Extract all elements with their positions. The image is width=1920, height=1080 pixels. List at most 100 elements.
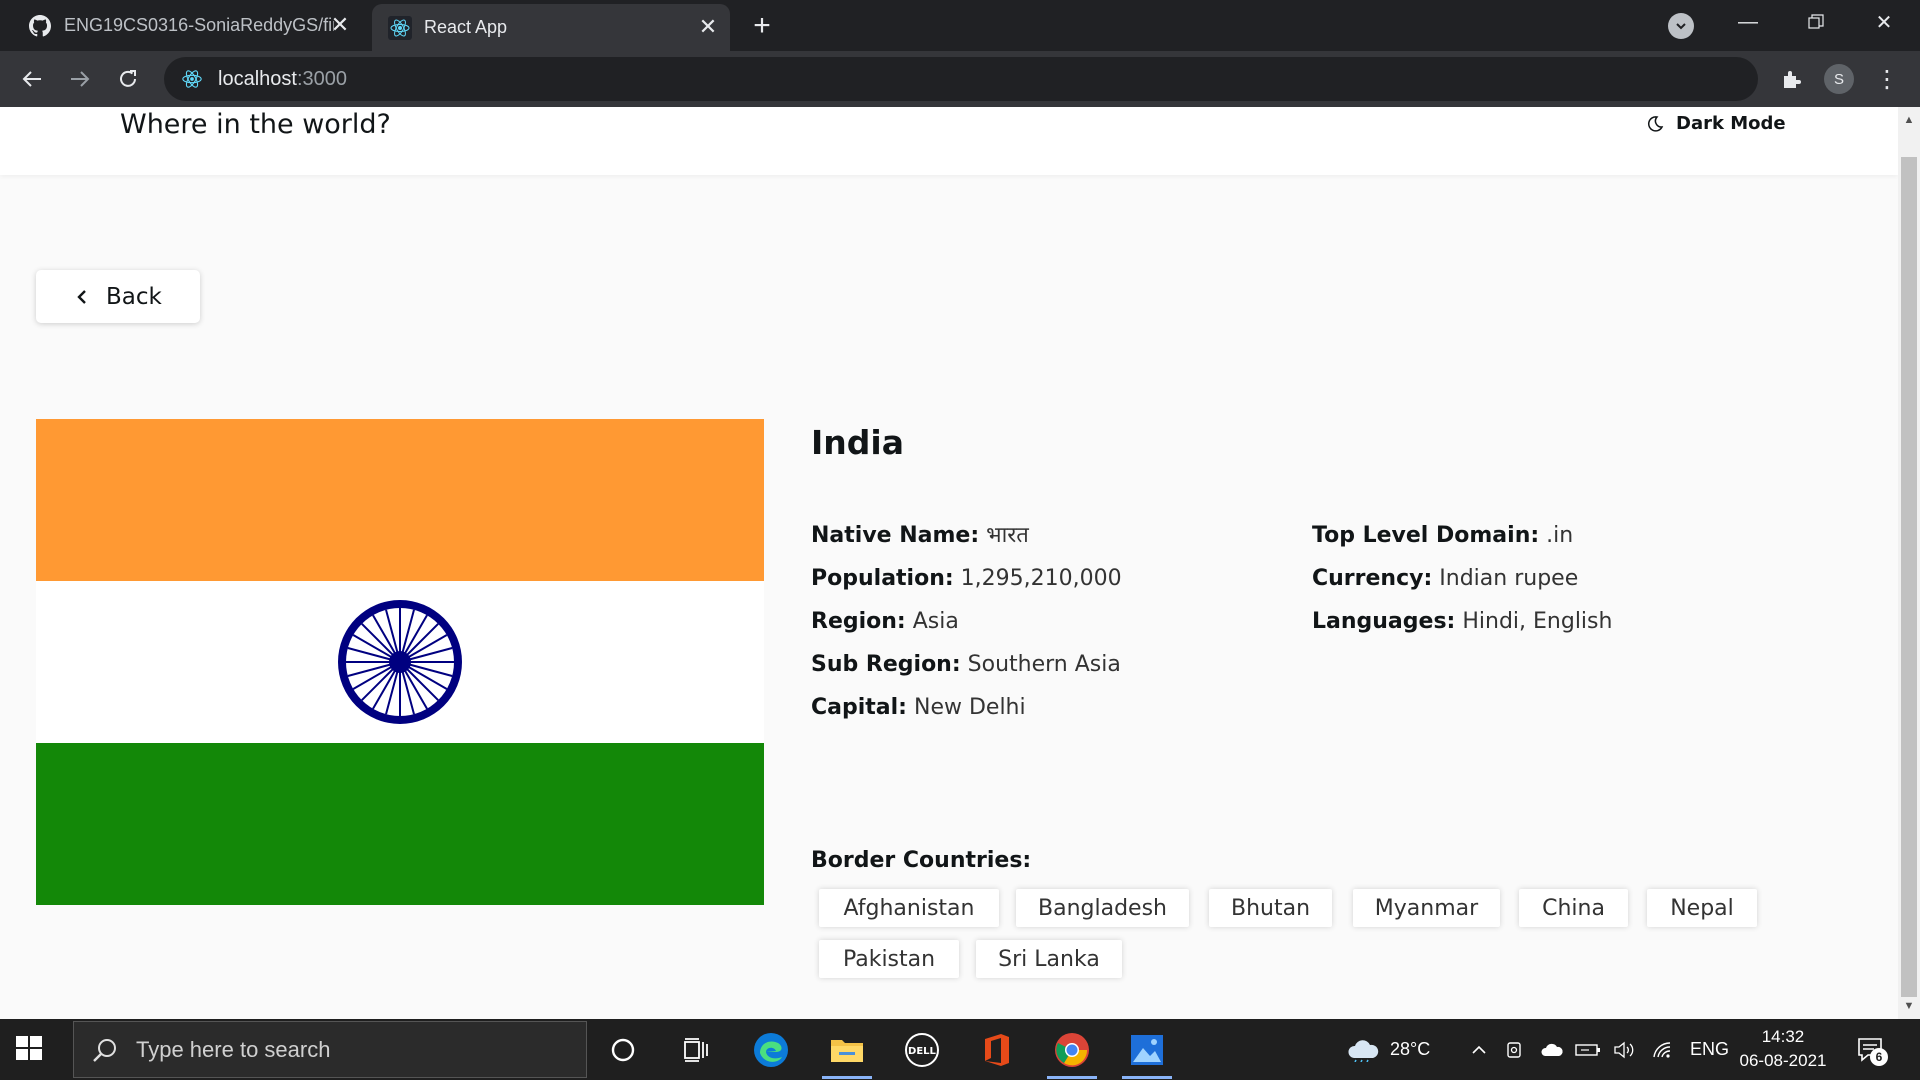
cloud-icon xyxy=(1348,1039,1379,1062)
active-indicator xyxy=(1122,1076,1172,1079)
border-country-button[interactable]: Afghanistan xyxy=(819,889,999,927)
field-value: 1,295,210,000 xyxy=(960,566,1122,591)
field-label: Population: xyxy=(811,566,954,591)
field-value: Southern Asia xyxy=(967,652,1121,677)
info-native-name: Native Name: भारत xyxy=(811,514,1122,557)
windows-taskbar: Type here to search DELL 28°C ENG 14:32 … xyxy=(0,1019,1920,1080)
wifi-icon[interactable] xyxy=(1642,1041,1682,1059)
border-country-button[interactable]: Bhutan xyxy=(1209,889,1332,927)
field-label: Region: xyxy=(811,609,906,634)
clock[interactable]: 14:32 06-08-2021 xyxy=(1728,1025,1838,1073)
search-icon xyxy=(92,1037,118,1063)
field-label: Native Name: xyxy=(811,523,980,548)
info-column-right: Top Level Domain: .in Currency: Indian r… xyxy=(1312,514,1612,643)
edge-icon[interactable] xyxy=(750,1029,792,1071)
active-indicator xyxy=(822,1076,872,1079)
app-header: Where in the world? Dark Mode xyxy=(0,107,1898,175)
ashoka-chakra-icon xyxy=(338,600,462,724)
notification-icon[interactable]: 6 xyxy=(1856,1035,1888,1066)
field-value: Asia xyxy=(912,609,959,634)
restore-button[interactable] xyxy=(1786,0,1846,44)
moon-icon xyxy=(1646,114,1666,134)
file-explorer-icon[interactable] xyxy=(822,1029,872,1079)
scroll-up-icon[interactable]: ▲ xyxy=(1902,113,1916,127)
info-top-level-domain: Top Level Domain: .in xyxy=(1312,514,1612,557)
scroll-down-icon[interactable]: ▼ xyxy=(1902,999,1916,1013)
arrow-right-icon xyxy=(71,71,90,87)
close-window-button[interactable]: ✕ xyxy=(1854,0,1914,44)
browser-toolbar: localhost:3000 S ⋮ xyxy=(0,51,1920,107)
tab-react-app[interactable]: React App ✕ xyxy=(372,4,730,51)
back-nav-button[interactable] xyxy=(16,63,48,95)
volume-icon[interactable] xyxy=(1606,1041,1642,1059)
svg-text:DELL: DELL xyxy=(908,1046,937,1057)
info-region: Region: Asia xyxy=(811,600,1122,643)
field-value: Hindi, English xyxy=(1462,609,1613,634)
onedrive-icon[interactable] xyxy=(1534,1043,1570,1057)
border-country-button[interactable]: Sri Lanka xyxy=(976,940,1122,978)
info-languages: Languages: Hindi, English xyxy=(1312,600,1612,643)
info-capital: Capital: New Delhi xyxy=(811,686,1122,729)
back-label: Back xyxy=(106,283,162,310)
country-name: India xyxy=(811,423,904,462)
reload-icon xyxy=(120,70,136,87)
dark-mode-toggle[interactable]: Dark Mode xyxy=(1646,113,1786,134)
new-tab-button[interactable]: + xyxy=(746,9,778,42)
temperature: 28°C xyxy=(1390,1039,1431,1059)
react-icon xyxy=(388,15,412,40)
dell-icon[interactable]: DELL xyxy=(901,1029,943,1071)
active-indicator xyxy=(1047,1076,1097,1079)
profile-avatar[interactable]: S xyxy=(1824,64,1854,94)
clock-date: 06-08-2021 xyxy=(1739,1051,1827,1070)
chevron-up-icon[interactable] xyxy=(1464,1045,1494,1055)
field-label: Sub Region: xyxy=(811,652,961,677)
page-scrollbar[interactable]: ▲ ▼ xyxy=(1898,107,1920,1019)
border-country-button[interactable]: China xyxy=(1519,889,1628,927)
field-value: New Delhi xyxy=(913,695,1026,720)
restore-icon xyxy=(1808,14,1824,29)
browser-tab-strip: ENG19CS0316-SoniaReddyGS/fin ✕ React App… xyxy=(0,0,1920,51)
border-country-button[interactable]: Pakistan xyxy=(819,940,959,978)
task-view-icon[interactable] xyxy=(675,1029,717,1071)
photos-icon[interactable] xyxy=(1122,1029,1172,1079)
github-icon xyxy=(28,14,52,38)
border-country-button[interactable]: Myanmar xyxy=(1353,889,1500,927)
cortana-icon[interactable] xyxy=(602,1029,644,1071)
reload-button[interactable] xyxy=(112,63,144,95)
close-icon[interactable]: ✕ xyxy=(696,14,720,39)
extensions-icon[interactable] xyxy=(1776,64,1806,94)
search-placeholder: Type here to search xyxy=(136,1036,331,1062)
minimize-button[interactable]: — xyxy=(1718,0,1778,44)
dark-mode-label: Dark Mode xyxy=(1676,113,1786,134)
input-language[interactable]: ENG xyxy=(1690,1039,1729,1060)
info-sub-region: Sub Region: Southern Asia xyxy=(811,643,1122,686)
page-viewport: Where in the world? Dark Mode Back India… xyxy=(0,107,1898,1019)
border-country-button[interactable]: Bangladesh xyxy=(1016,889,1189,927)
chrome-icon[interactable] xyxy=(1047,1029,1097,1079)
taskbar-search-box[interactable]: Type here to search xyxy=(73,1021,587,1078)
field-value: .in xyxy=(1546,523,1574,548)
battery-icon[interactable] xyxy=(1570,1043,1606,1057)
meet-icon[interactable] xyxy=(1494,1040,1534,1060)
address-bar[interactable]: localhost:3000 xyxy=(164,57,1758,101)
close-icon[interactable]: ✕ xyxy=(328,12,352,37)
info-currency: Currency: Indian rupee xyxy=(1312,557,1612,600)
forward-nav-button[interactable] xyxy=(64,63,96,95)
notification-count: 6 xyxy=(1870,1048,1888,1066)
border-country-button[interactable]: Nepal xyxy=(1647,889,1757,927)
tab-github[interactable]: ENG19CS0316-SoniaReddyGS/fin ✕ xyxy=(12,0,362,51)
info-column-left: Native Name: भारत Population: 1,295,210,… xyxy=(811,514,1122,729)
field-value: Indian rupee xyxy=(1439,566,1579,591)
border-countries-label: Border Countries: xyxy=(811,848,1032,873)
menu-dots-icon[interactable]: ⋮ xyxy=(1872,64,1902,94)
chevron-left-icon xyxy=(76,289,88,305)
arrow-left-icon xyxy=(22,71,41,87)
scroll-thumb[interactable] xyxy=(1901,157,1917,997)
tray-icons: ENG xyxy=(1464,1019,1729,1080)
back-button[interactable]: Back xyxy=(36,270,200,323)
tab-search-button[interactable] xyxy=(1668,13,1694,39)
url-host: localhost xyxy=(218,67,297,90)
office-icon[interactable] xyxy=(976,1029,1018,1071)
windows-start-icon[interactable] xyxy=(14,1033,48,1067)
weather-widget[interactable]: 28°C xyxy=(1346,1019,1430,1080)
